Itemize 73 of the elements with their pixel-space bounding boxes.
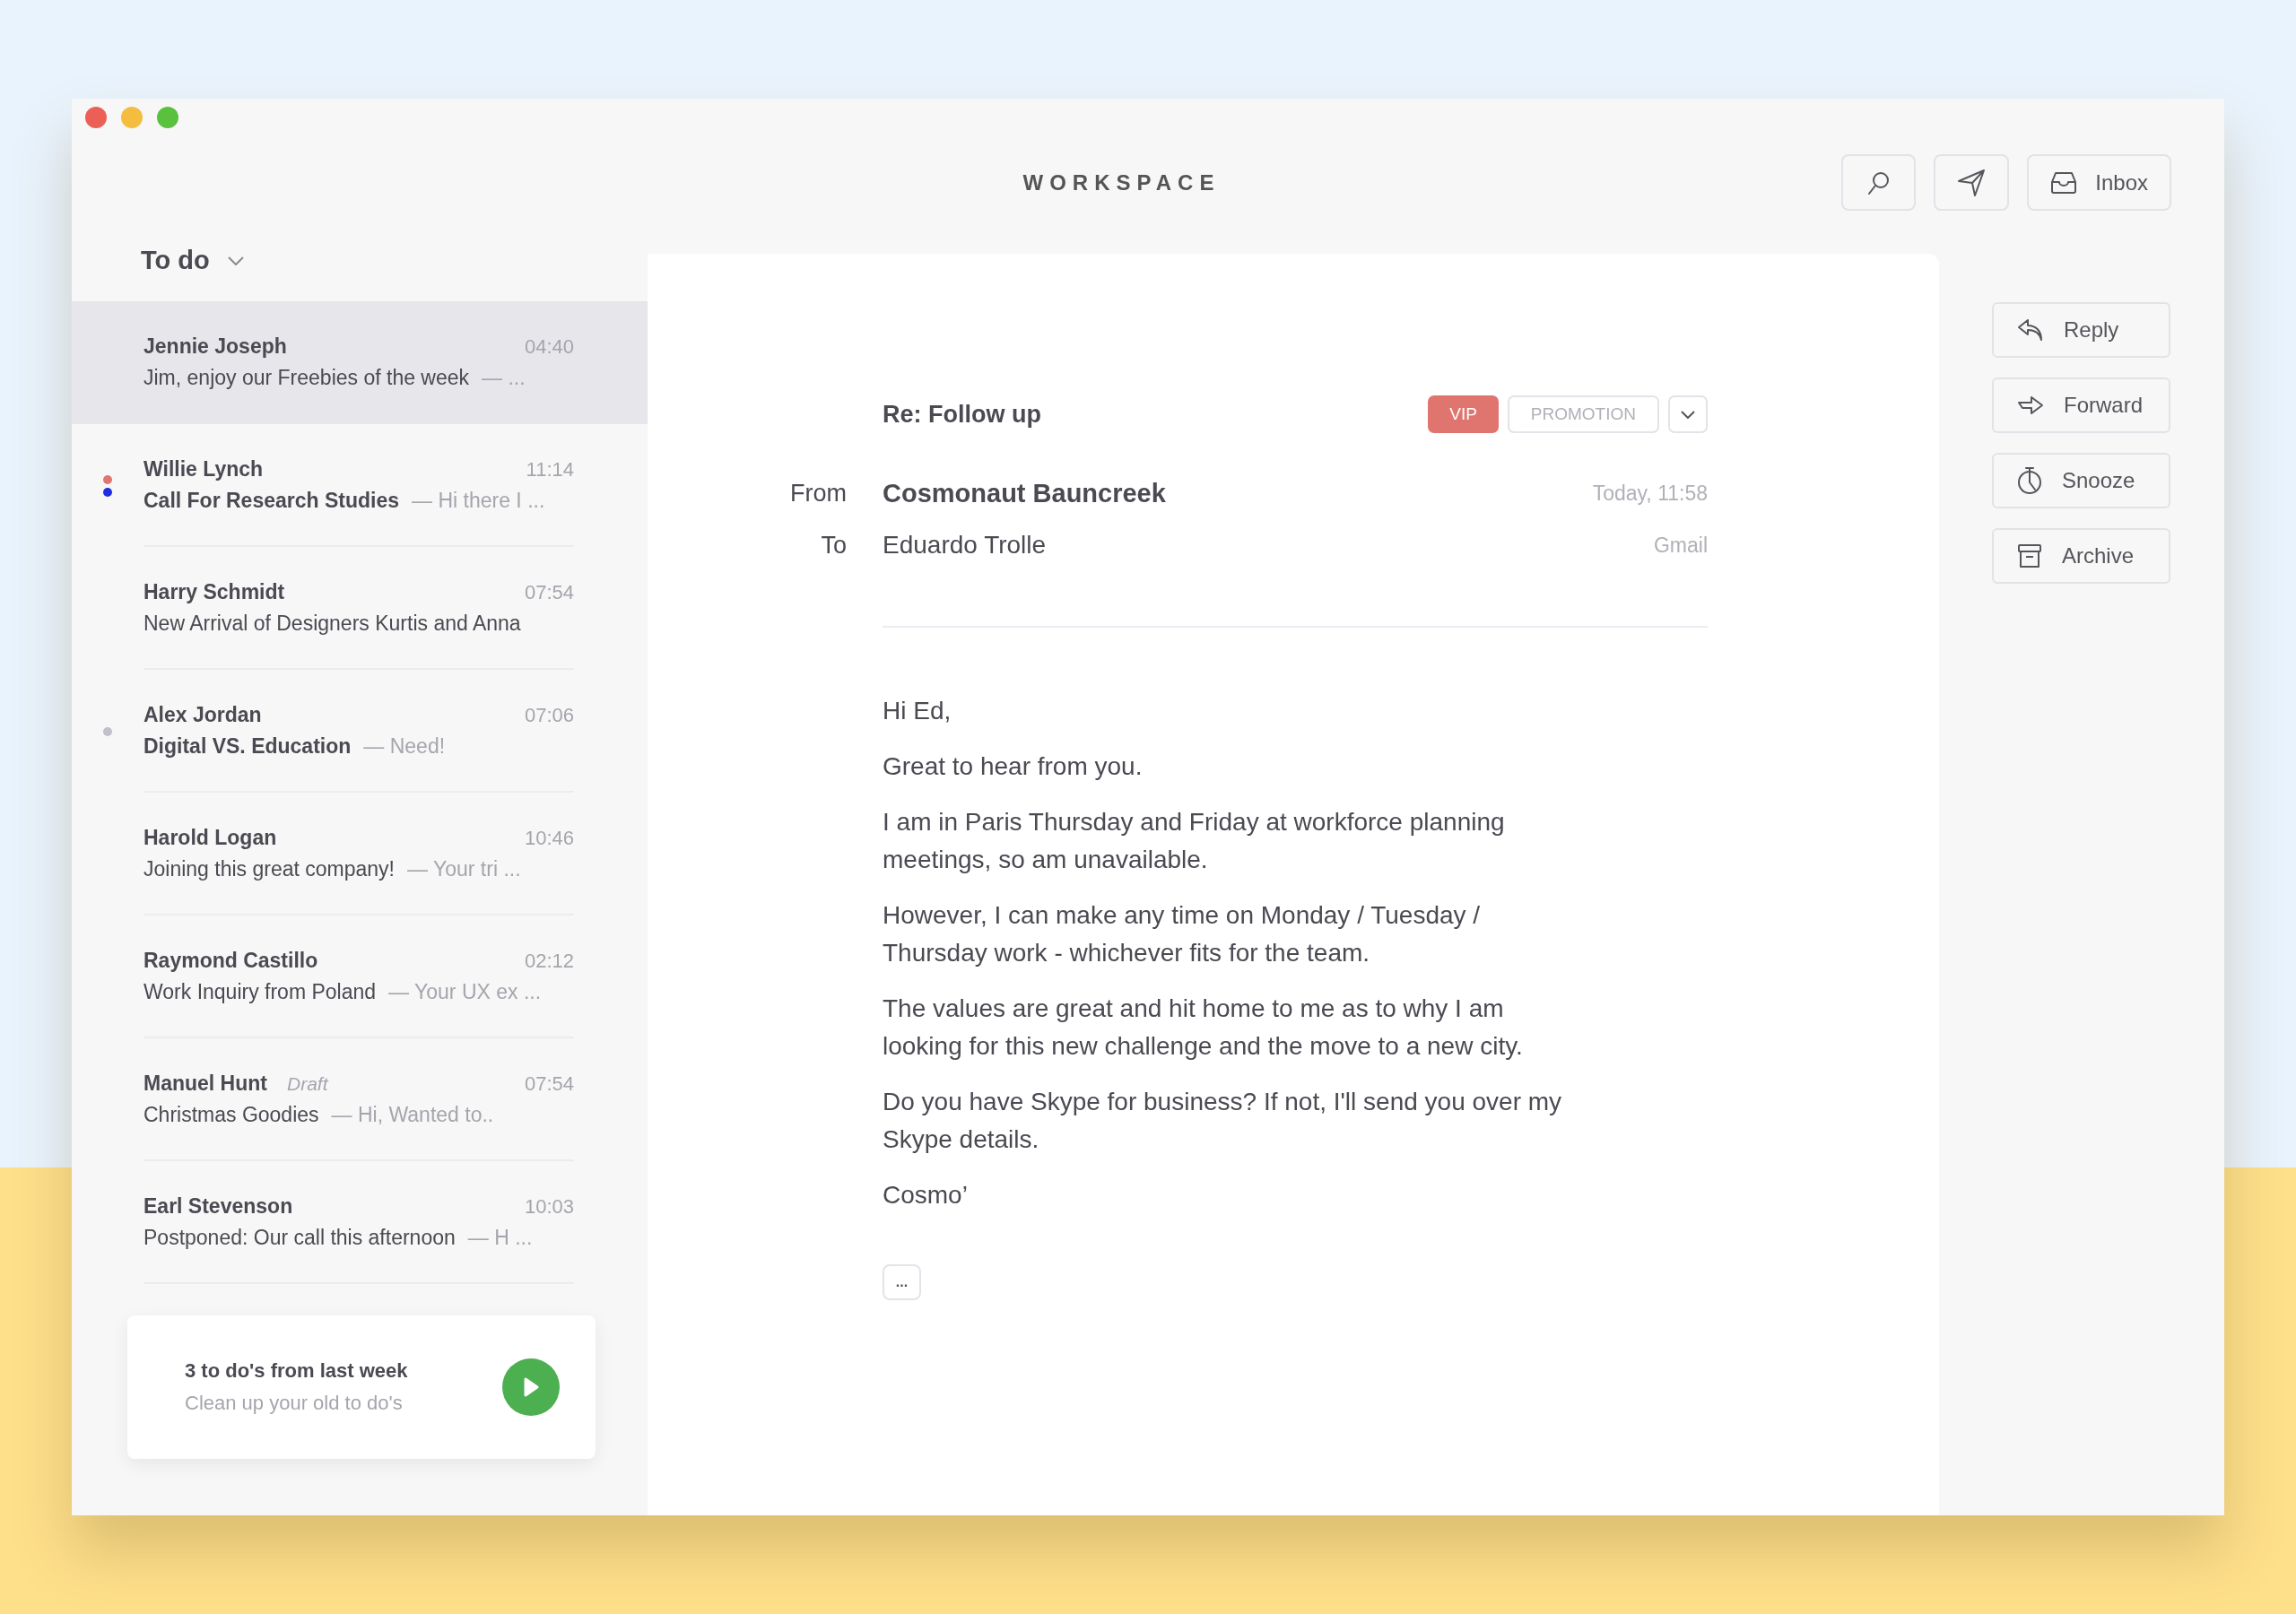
message-preview: — Hi, Wanted to.. (331, 1102, 494, 1127)
to-label: To (821, 531, 847, 560)
message-time: 07:06 (524, 703, 574, 727)
message-subject: Joining this great company! (144, 856, 395, 881)
search-button[interactable] (1841, 154, 1917, 211)
tag-dropdown-button[interactable] (1668, 395, 1708, 433)
body-paragraph: However, I can make any time on Monday / Tuesday / Thursday work - whichever fits for the team. (883, 900, 1482, 968)
message-time: 04:40 (524, 334, 574, 359)
sender-name: Alex Jordan (144, 702, 262, 727)
message-time: 07:54 (524, 580, 574, 604)
more-button[interactable]: ... (883, 1264, 921, 1300)
sender-name: Harry Schmidt (144, 579, 285, 604)
reminder-title: 3 to do's from last week (185, 1359, 408, 1383)
inbox-tray-icon (2050, 170, 2078, 195)
window-title: WORKSPACE (1022, 169, 1221, 195)
message-subject: Jim, enjoy our Freebies of the week (144, 365, 470, 390)
message-date: Today, 11:58 (1592, 481, 1708, 506)
body-paragraph: I am in Paris Thursday and Friday at workforce planning meetings, so am unavailable. (883, 807, 1506, 875)
sender-name: Earl Stevenson (144, 1193, 293, 1219)
send-button[interactable] (1934, 154, 2010, 211)
message-time: 10:46 (524, 826, 574, 850)
message-preview: — Your UX ex ... (388, 979, 542, 1004)
body-paragraph: Great to hear from you. (883, 751, 1144, 782)
zoom-light[interactable] (157, 107, 178, 128)
draft-label: Draft (287, 1072, 328, 1095)
sender-name: Harold Logan (144, 825, 277, 850)
archive-box-icon (2017, 543, 2042, 568)
chevron-down-icon[interactable] (227, 256, 244, 265)
body-paragraph: Do you have Skype for business? If not, I'll send you over my Skype details. (883, 1087, 1563, 1155)
play-icon (523, 1377, 539, 1397)
message-preview: — H ... (467, 1225, 533, 1250)
message-subject-title: Re: Follow up (883, 400, 1041, 429)
message-preview: — ... (482, 365, 526, 390)
reminder-subtitle: Clean up your old to do's (185, 1392, 404, 1415)
reply-icon (2017, 318, 2044, 342)
sender-name: Jennie Joseph (144, 334, 287, 359)
message-subject: Call For Research Studies (144, 488, 400, 513)
body-paragraph: Hi Ed, (883, 696, 952, 726)
account-label: Gmail (1653, 533, 1708, 558)
close-light[interactable] (85, 107, 107, 128)
search-icon (1866, 169, 1891, 195)
message-subject: Christmas Goodies (144, 1102, 319, 1127)
message-preview: — Hi there I ... (412, 488, 545, 513)
inbox-button[interactable]: Inbox (2027, 154, 2171, 211)
message-subject: Work Inquiry from Poland (144, 979, 377, 1004)
sender-name: Willie Lynch (144, 456, 264, 482)
archive-button[interactable]: Archive (1992, 528, 2170, 584)
minimize-light[interactable] (121, 107, 143, 128)
sender-name: Cosmonaut Bauncreek (883, 478, 1166, 508)
body-paragraph: The values are great and hit home to me as to why I am looking for this new challenge and the move to a new city. (883, 994, 1524, 1062)
message-preview: — Need! (363, 733, 446, 759)
sender-name: Raymond Castillo (144, 948, 318, 973)
message-time: 02:12 (524, 949, 574, 973)
message-time: 07:54 (524, 1072, 574, 1096)
reply-button[interactable]: Reply (1992, 302, 2170, 358)
message-list-item[interactable]: Jennie Joseph 04:40 Jim, enjoy our Freebies of the week — ... (72, 301, 648, 424)
message-preview: — Your tri ... (407, 856, 521, 881)
message-time: 11:14 (526, 457, 574, 482)
from-label: From (790, 479, 847, 508)
message-time: 10:03 (524, 1194, 574, 1219)
folder-title: To do (141, 246, 210, 275)
sender-name: Manuel Hunt (144, 1071, 267, 1096)
message-subject: New Arrival of Designers Kurtis and Anna (144, 611, 521, 636)
forward-button[interactable]: Forward (1992, 377, 2170, 433)
snooze-button[interactable]: Snooze (1992, 453, 2170, 508)
chevron-down-icon (1681, 410, 1695, 419)
body-paragraph: Cosmo’ (883, 1180, 969, 1210)
forward-arrow-icon (2017, 395, 2044, 416)
paper-plane-icon (1957, 168, 1987, 197)
message-subject: Postponed: Our call this afternoon (144, 1225, 456, 1250)
recipient-name: Eduardo Trolle (883, 531, 1047, 560)
stopwatch-icon (2017, 466, 2042, 495)
message-subject: Digital VS. Education (144, 733, 352, 759)
